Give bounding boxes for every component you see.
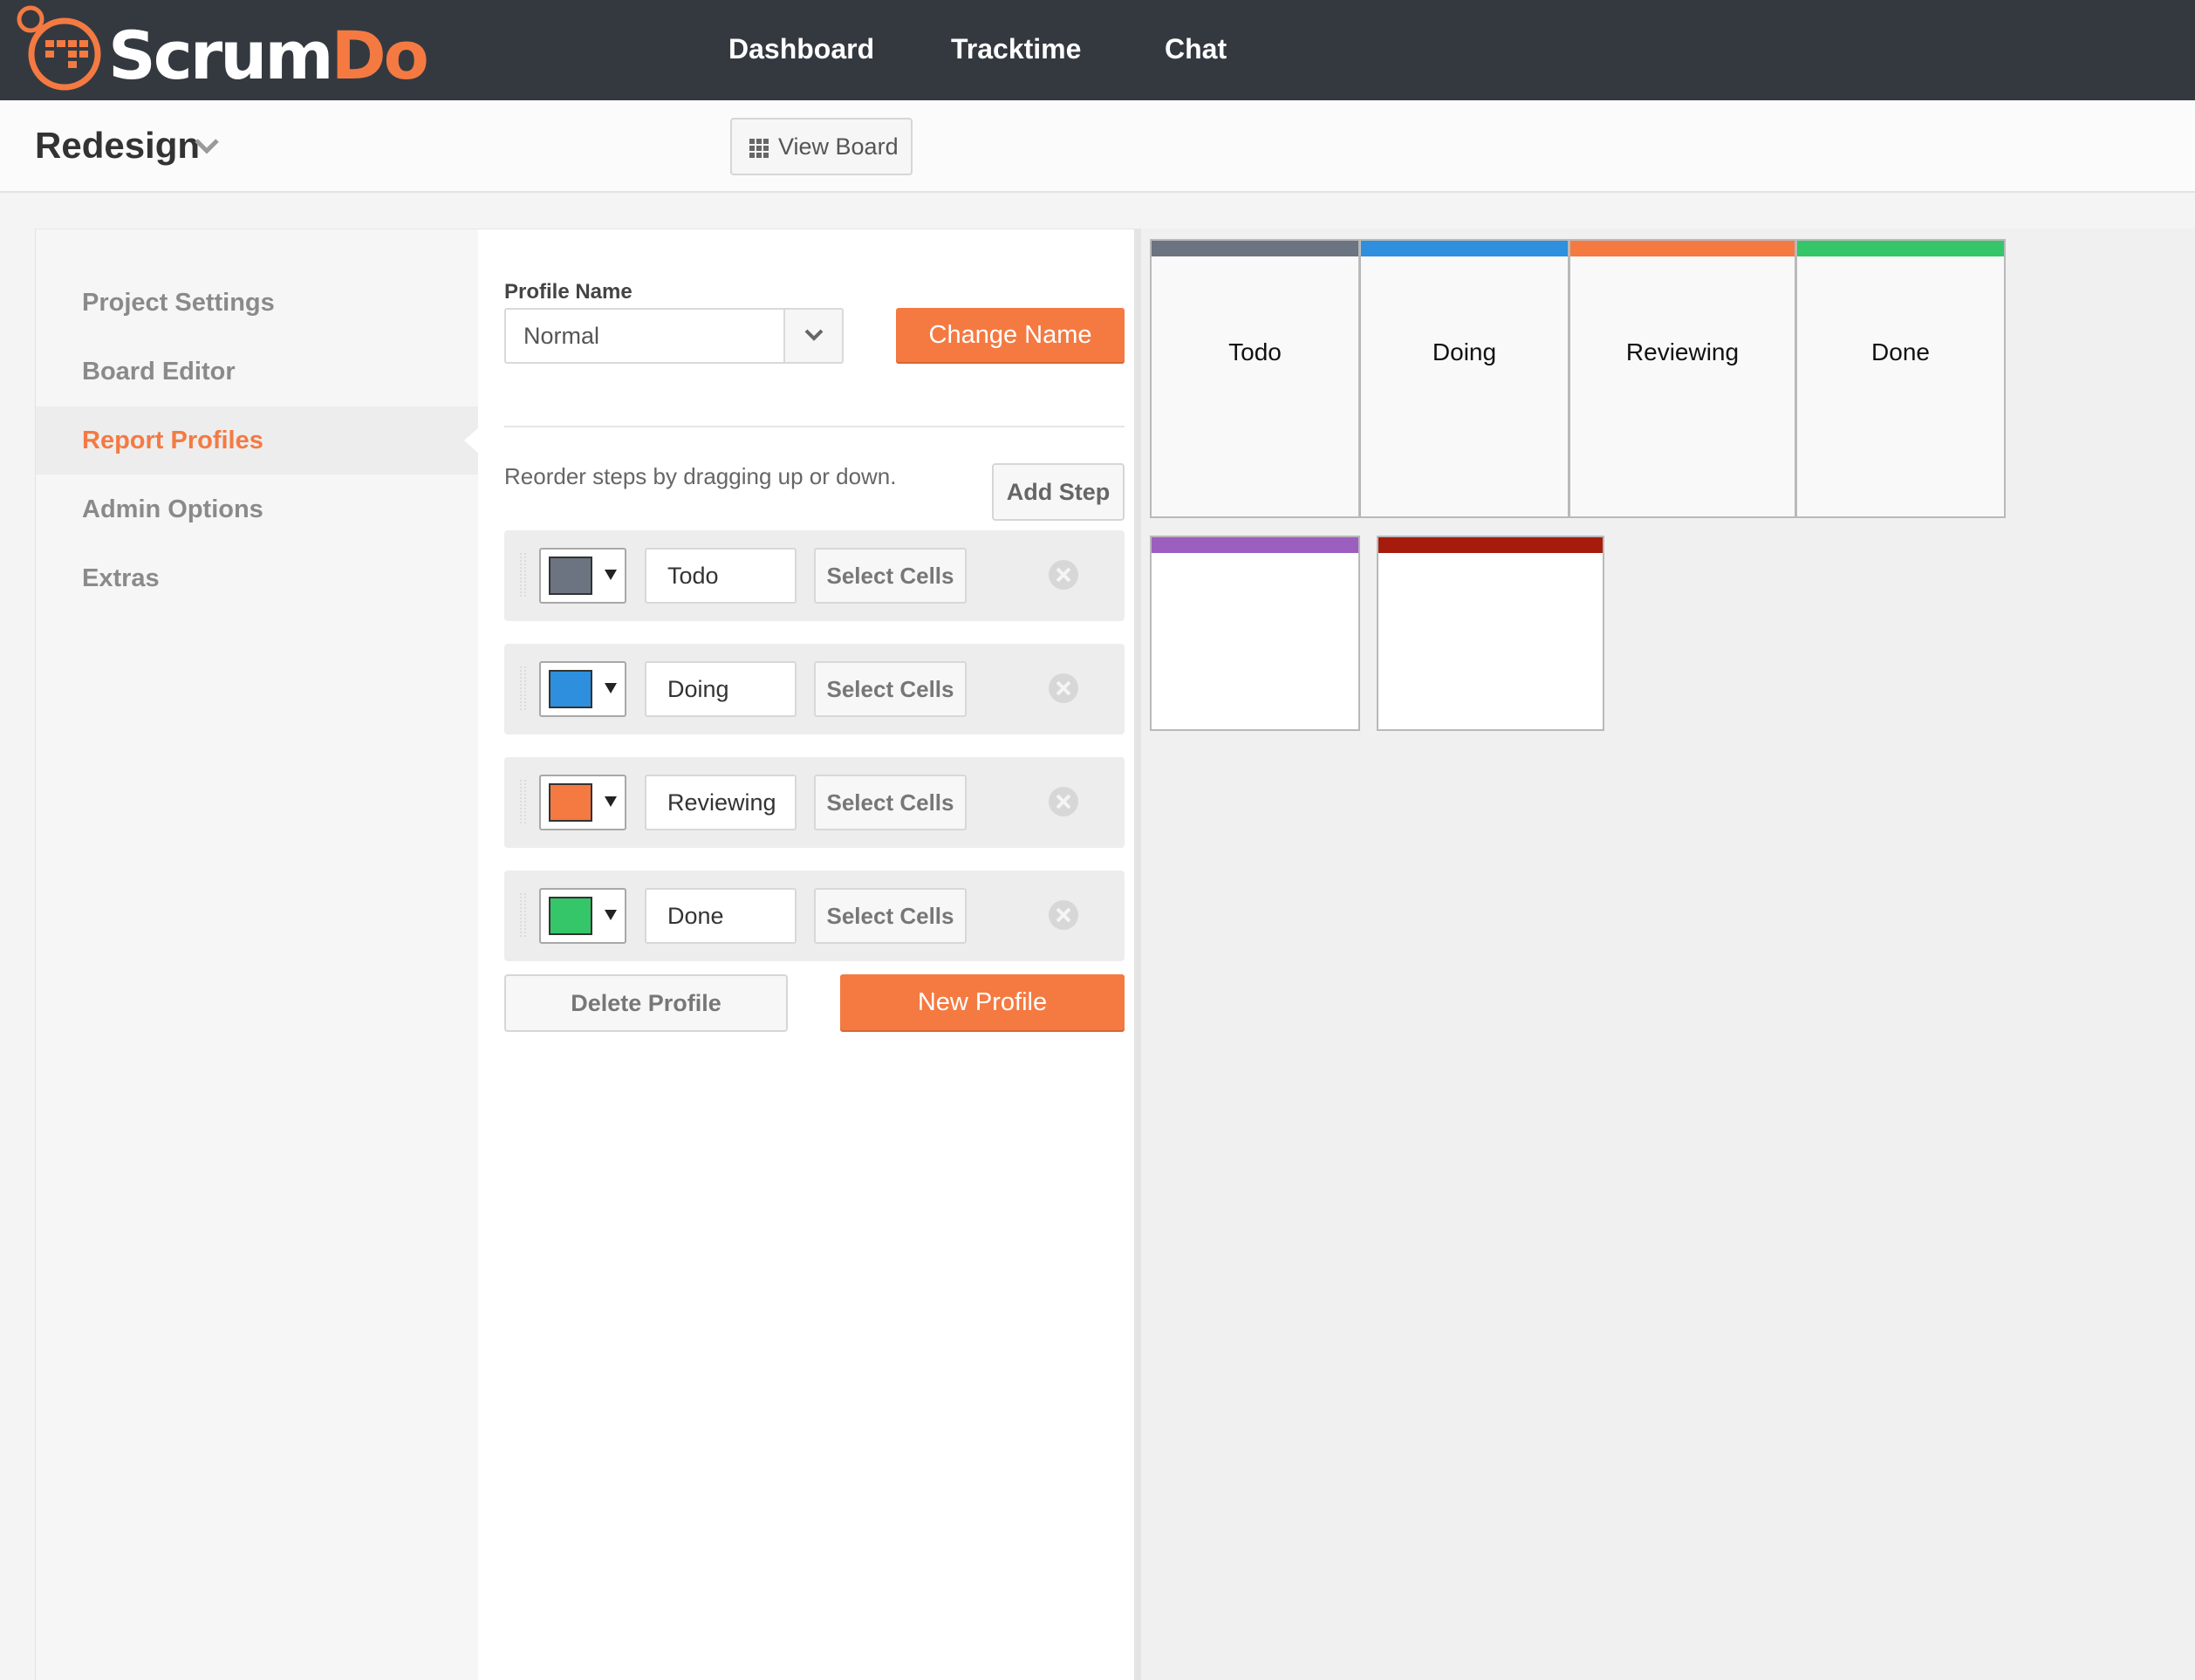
chevron-down-icon: [804, 329, 824, 341]
sidebar-item-label: Project Settings: [82, 289, 275, 317]
sidebar-item-report-profiles[interactable]: Report Profiles: [36, 406, 480, 475]
new-profile-button[interactable]: New Profile: [840, 974, 1125, 1030]
view-board-label: View Board: [778, 133, 899, 160]
sidebar-item-extras[interactable]: Extras: [36, 544, 479, 612]
sidebar-item-label: Extras: [82, 564, 160, 592]
project-header: Redesign View Board: [0, 100, 2195, 193]
change-name-button[interactable]: Change Name: [896, 308, 1125, 362]
step-name-input[interactable]: [645, 548, 797, 604]
drag-handle-icon[interactable]: [518, 893, 529, 939]
cell-label: Doing: [1432, 338, 1497, 365]
cell-label: Todo: [1228, 338, 1282, 365]
select-cells-button[interactable]: Select Cells: [814, 548, 967, 604]
board-cell[interactable]: [1377, 536, 1604, 731]
color-swatch: [549, 557, 592, 595]
step-row[interactable]: Select Cells: [504, 871, 1125, 961]
drag-handle-icon[interactable]: [518, 780, 529, 825]
caret-down-icon: [605, 796, 617, 807]
sidebar-item-label: Report Profiles: [82, 427, 263, 454]
add-step-button[interactable]: Add Step: [992, 463, 1125, 521]
step-row[interactable]: Select Cells: [504, 644, 1125, 734]
logo-wordmark: ScrumDo: [108, 21, 429, 91]
color-picker[interactable]: [539, 775, 626, 830]
delete-profile-button[interactable]: Delete Profile: [504, 974, 788, 1032]
sidebar-item-project-settings[interactable]: Project Settings: [36, 269, 479, 337]
step-name-input[interactable]: [645, 661, 797, 717]
sidebar-item-admin-options[interactable]: Admin Options: [36, 475, 479, 543]
remove-circle-icon[interactable]: [1047, 785, 1080, 818]
board-cell-reviewing[interactable]: Reviewing: [1569, 239, 1796, 518]
cell-color-bar: [1378, 537, 1603, 553]
cell-label: Done: [1871, 338, 1930, 365]
color-swatch: [549, 897, 592, 935]
top-navbar: ScrumDo Dashboard Tracktime Chat: [0, 0, 2195, 100]
color-picker[interactable]: [539, 548, 626, 604]
caret-down-icon: [605, 570, 617, 580]
logo-wordmark-part-1: Scrum: [108, 17, 334, 94]
step-name-input[interactable]: [645, 888, 797, 944]
color-picker[interactable]: [539, 888, 626, 944]
reorder-help-text: Reorder steps by dragging up or down.: [504, 463, 897, 489]
remove-circle-icon[interactable]: [1047, 672, 1080, 705]
settings-sidebar: Project Settings Board Editor Report Pro…: [35, 229, 480, 1680]
remove-circle-icon[interactable]: [1047, 558, 1080, 591]
nav-dashboard[interactable]: Dashboard: [728, 30, 874, 68]
caret-down-icon: [605, 683, 617, 693]
profile-select-value: Normal: [523, 323, 600, 349]
board-cell-done[interactable]: Done: [1795, 239, 2006, 518]
sidebar-item-label: Admin Options: [82, 495, 263, 523]
cell-color-bar: [1152, 241, 1358, 256]
remove-circle-icon[interactable]: [1047, 898, 1080, 932]
scrumdo-logo[interactable]: ScrumDo: [14, 5, 429, 96]
board-cell-doing[interactable]: Doing: [1359, 239, 1569, 518]
drag-handle-icon[interactable]: [518, 553, 529, 598]
profile-name-label: Profile Name: [504, 280, 633, 304]
color-swatch: [549, 783, 592, 822]
sidebar-item-board-editor[interactable]: Board Editor: [36, 338, 479, 406]
sidebar-item-label: Board Editor: [82, 358, 236, 386]
view-board-button[interactable]: View Board: [730, 118, 913, 175]
step-name-input[interactable]: [645, 775, 797, 830]
profile-select[interactable]: Normal: [504, 308, 844, 364]
nav-chat[interactable]: Chat: [1165, 30, 1227, 68]
board-cell[interactable]: [1150, 536, 1360, 731]
divider: [504, 426, 1125, 427]
drag-handle-icon[interactable]: [518, 666, 529, 712]
select-cells-button[interactable]: Select Cells: [814, 661, 967, 717]
board-preview: Todo Doing Reviewing Done: [1134, 229, 2195, 1680]
caret-down-icon: [605, 910, 617, 920]
chevron-down-icon[interactable]: [194, 137, 220, 154]
color-picker[interactable]: [539, 661, 626, 717]
select-cells-button[interactable]: Select Cells: [814, 888, 967, 944]
step-row[interactable]: Select Cells: [504, 757, 1125, 848]
cell-label: Reviewing: [1625, 338, 1740, 365]
project-title[interactable]: Redesign: [35, 121, 200, 170]
nav-tracktime[interactable]: Tracktime: [951, 30, 1081, 68]
cell-color-bar: [1152, 537, 1358, 553]
cell-color-bar: [1797, 241, 2004, 256]
report-profile-form: Profile Name Normal Change Name Reorder …: [478, 229, 1134, 1680]
select-cells-button[interactable]: Select Cells: [814, 775, 967, 830]
logo-wordmark-part-2: Do: [331, 17, 429, 94]
color-swatch: [549, 670, 592, 708]
cell-color-bar: [1361, 241, 1568, 256]
step-row[interactable]: Select Cells: [504, 530, 1125, 621]
cell-color-bar: [1570, 241, 1795, 256]
select-toggle[interactable]: [783, 310, 842, 362]
scrumdo-logo-icon: [17, 5, 101, 91]
grid-icon: [749, 139, 769, 158]
board-cell-todo[interactable]: Todo: [1150, 239, 1360, 518]
